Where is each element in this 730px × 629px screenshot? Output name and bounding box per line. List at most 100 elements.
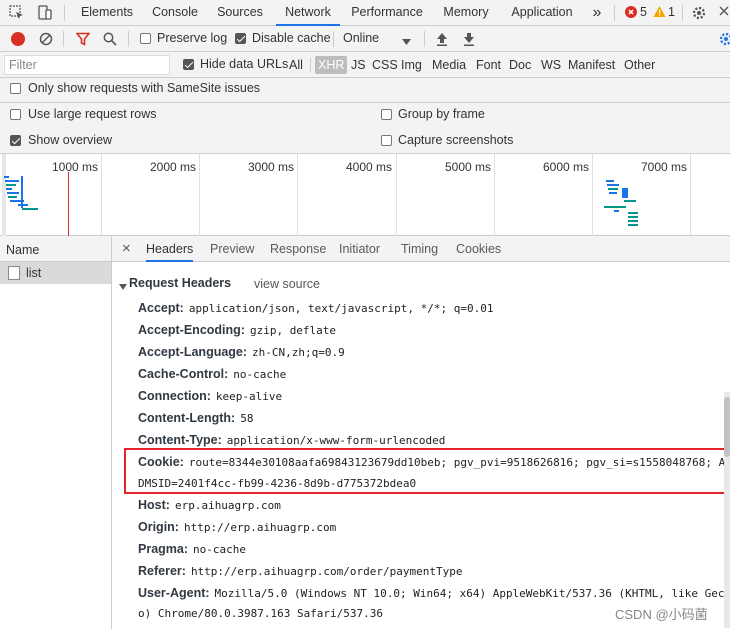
close-devtools-icon[interactable] [718, 3, 729, 26]
record-button-icon[interactable] [11, 32, 25, 46]
network-overview[interactable]: 1000 ms 2000 ms 3000 ms 4000 ms 5000 ms … [0, 154, 730, 236]
tab-initiator[interactable]: Initiator [339, 236, 380, 262]
request-headers-section-title[interactable]: Request Headers [129, 276, 231, 290]
dropdown-triangle-icon[interactable] [402, 35, 411, 49]
filter-type-manifest[interactable]: Manifest [565, 56, 618, 74]
collapse-triangle-icon[interactable] [119, 280, 127, 294]
header-row: Content-Type: application/x-www-form-urle… [138, 433, 445, 447]
header-row: Accept-Language: zh-CN,zh;q=0.9 [138, 345, 345, 359]
filter-type-xhr[interactable]: XHR [315, 56, 348, 74]
timeline-bar [624, 200, 636, 202]
header-row: User-Agent: Mozilla/5.0 (Windows NT 10.0;… [138, 586, 730, 600]
header-value: no-cache [193, 543, 247, 556]
search-icon[interactable] [103, 32, 117, 49]
large-rows-checkbox[interactable] [10, 109, 21, 120]
grid-line [396, 154, 397, 236]
tab-timing[interactable]: Timing [401, 236, 438, 262]
name-column-header[interactable]: Name [6, 243, 39, 257]
header-value: gzip, deflate [249, 324, 337, 337]
header-value: 58 [240, 412, 254, 425]
header-key: Cache-Control: [138, 367, 229, 381]
preserve-log-checkbox[interactable] [140, 33, 151, 44]
disable-cache-checkbox[interactable] [235, 33, 246, 44]
filter-type-doc[interactable]: Doc [506, 56, 534, 74]
export-har-icon[interactable] [462, 31, 476, 50]
disable-cache-label: Disable cache [252, 31, 331, 45]
tab-sources[interactable]: Sources [210, 0, 270, 26]
filter-type-font[interactable]: Font [473, 56, 504, 74]
grid-line [494, 154, 495, 236]
capture-screenshots-checkbox[interactable] [381, 135, 392, 146]
filter-input-box[interactable]: Filter [4, 55, 170, 75]
load-event-marker [68, 172, 69, 236]
timeline-bar [606, 180, 614, 182]
header-key: Pragma: [138, 542, 189, 556]
samesite-checkbox[interactable] [10, 83, 21, 94]
tick-label: 4000 ms [345, 160, 392, 174]
network-settings-gear-icon[interactable] [718, 31, 730, 50]
filter-type-js[interactable]: JS [348, 56, 369, 74]
grid-line [690, 154, 691, 236]
timeline-bar [628, 216, 638, 218]
timeline-bar [608, 188, 618, 190]
request-name[interactable]: list [26, 266, 41, 280]
large-rows-label: Use large request rows [28, 107, 157, 121]
tab-memory[interactable]: Memory [436, 0, 496, 26]
clear-icon[interactable] [38, 31, 54, 50]
filter-type-other[interactable]: Other [621, 56, 658, 74]
timeline-bar [609, 192, 617, 194]
filter-bar: Filter Hide data URLs All XHR JS CSS Img… [0, 52, 730, 78]
tick-label: 3000 ms [247, 160, 294, 174]
hide-data-urls-checkbox[interactable] [183, 59, 194, 70]
filter-input[interactable]: Filter [9, 58, 37, 72]
filter-funnel-icon[interactable] [75, 32, 91, 49]
grid-line [199, 154, 200, 236]
timeline-bar [628, 224, 638, 226]
inspect-element-icon[interactable] [8, 4, 26, 22]
filter-type-all[interactable]: All [286, 56, 306, 74]
hide-data-urls-label: Hide data URLs [200, 57, 289, 71]
separator [333, 31, 334, 47]
header-key: Referer: [138, 564, 186, 578]
tab-elements[interactable]: Elements [74, 0, 140, 26]
request-list-header[interactable]: Name [0, 236, 111, 262]
devtools-panel-tabbar: Elements Console Sources Network Perform… [0, 0, 730, 26]
header-value: http://erp.aihuagrp.com [183, 521, 337, 534]
document-icon [8, 266, 20, 280]
request-row[interactable]: list [0, 262, 111, 284]
overview-resize-handle[interactable] [2, 154, 6, 236]
tab-preview[interactable]: Preview [210, 236, 254, 262]
filter-type-css[interactable]: CSS [369, 56, 401, 74]
import-har-icon[interactable] [435, 31, 449, 50]
details-scrollbar-thumb[interactable] [724, 397, 730, 457]
tab-application[interactable]: Application [504, 0, 580, 26]
timeline-bar [5, 180, 19, 182]
tab-headers[interactable]: Headers [146, 236, 194, 262]
close-details-icon[interactable]: × [122, 240, 131, 257]
error-icon[interactable] [625, 6, 637, 18]
grid-line [592, 154, 593, 236]
warning-icon[interactable] [653, 5, 666, 21]
tab-response[interactable]: Response [270, 236, 326, 262]
throttling-select[interactable]: Online [343, 31, 379, 45]
show-overview-checkbox[interactable] [10, 135, 21, 146]
header-value: o) Chrome/80.0.3987.163 Safari/537.36 [138, 607, 384, 620]
tab-network[interactable]: Network [276, 0, 340, 26]
device-toolbar-icon[interactable] [36, 4, 54, 22]
header-value: application/json, text/javascript, */*; … [188, 302, 494, 315]
tab-cookies[interactable]: Cookies [456, 236, 501, 262]
tab-console[interactable]: Console [144, 0, 206, 26]
header-row: Origin: http://erp.aihuagrp.com [138, 520, 336, 534]
filter-type-ws[interactable]: WS [538, 56, 564, 74]
tab-performance[interactable]: Performance [346, 0, 428, 26]
header-value: keep-alive [215, 390, 283, 403]
filter-type-img[interactable]: Img [398, 56, 425, 74]
tick-label: 6000 ms [542, 160, 589, 174]
group-by-frame-checkbox[interactable] [381, 109, 392, 120]
settings-gear-icon[interactable] [691, 5, 707, 24]
filter-type-media[interactable]: Media [429, 56, 469, 74]
more-tabs-button[interactable]: » [586, 0, 608, 26]
error-count: 5 [640, 5, 647, 19]
view-source-link[interactable]: view source [254, 277, 320, 291]
timeline-bar [604, 206, 626, 208]
